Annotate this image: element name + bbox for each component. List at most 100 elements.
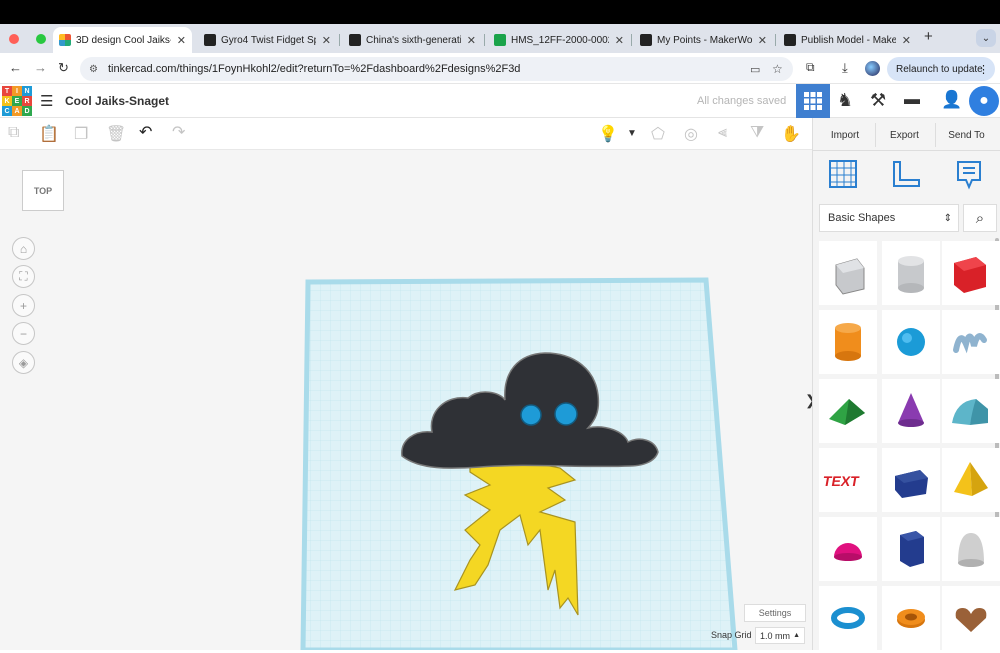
tab-my-points[interactable]: My Points - MakerWorld ✕	[634, 27, 773, 53]
tab-hms[interactable]: HMS_12FF-2000-0002- ✕	[488, 27, 630, 53]
settings-button[interactable]: Settings	[744, 604, 806, 622]
browser-tab-bar: 3D design Cool Jaiks-Sn ✕ Gyro4 Twist Fi…	[0, 24, 1000, 53]
close-icon[interactable]: ✕	[758, 34, 767, 47]
relaunch-button[interactable]: Relaunch to update ⋮	[887, 57, 995, 81]
duplicate-icon[interactable]: ❐	[74, 124, 88, 144]
redo-icon[interactable]: ↷	[172, 122, 185, 142]
back-icon[interactable]: ←	[9, 60, 22, 75]
profile-icon[interactable]	[865, 61, 880, 76]
shape-round-roof-teal[interactable]	[942, 379, 1000, 443]
address-row: ← → ↻ ⚙ tinkercad.com/things/1FoynHkohl2…	[0, 53, 1000, 84]
screen-top-bar	[0, 0, 1000, 24]
makerworld-favicon	[784, 34, 796, 46]
tab-gyro[interactable]: Gyro4 Twist Fidget Spin ✕	[198, 27, 337, 53]
tinkercad-favicon	[59, 34, 71, 46]
ungroup-icon[interactable]: ◎	[684, 124, 698, 144]
shape-tube-orange[interactable]	[882, 586, 940, 650]
send-to-button[interactable]: Send To	[935, 123, 997, 147]
close-icon[interactable]: ✕	[615, 34, 624, 47]
notes-icon[interactable]	[956, 160, 982, 190]
shape-half-sphere-magenta[interactable]	[819, 517, 877, 581]
design-title[interactable]: Cool Jaiks-Snaget	[65, 94, 169, 108]
sheets-favicon	[494, 34, 506, 46]
import-button[interactable]: Import	[817, 123, 873, 147]
address-bar[interactable]: ⚙ tinkercad.com/things/1FoynHkohl2/edit?…	[80, 57, 793, 81]
edit-toolbar: ⧉ 📋 ❐ 🗑 ↶ ↷ 💡 ▼ ⬠ ◎ ⫷ ⧩ ✋	[0, 118, 812, 150]
align-icon[interactable]: ⫷	[718, 124, 727, 142]
shape-roof-green[interactable]	[819, 379, 877, 443]
paste-icon[interactable]: 📋	[39, 124, 59, 144]
undo-icon[interactable]: ↶	[139, 122, 152, 142]
download-icon[interactable]: ⤓	[842, 60, 848, 76]
ruler-icon[interactable]	[891, 160, 921, 188]
grid-icon	[804, 92, 822, 110]
search-icon: ⌕	[975, 209, 985, 227]
shape-polygon-navy[interactable]	[882, 448, 940, 512]
cloud-eye-right[interactable]	[554, 402, 578, 426]
shape-cylinder-gray[interactable]	[882, 241, 940, 305]
mirror-icon[interactable]: ⧩	[750, 124, 764, 142]
extensions-icon[interactable]: ⧉	[806, 60, 815, 75]
shape-text-red[interactable]: TEXT	[819, 448, 877, 512]
shape-cone-purple[interactable]	[882, 379, 940, 443]
makerworld-favicon	[204, 34, 216, 46]
tinkercad-logo[interactable]: T I N K E R C A D	[2, 86, 32, 116]
shape-scribble[interactable]	[942, 310, 1000, 374]
close-icon[interactable]: ✕	[322, 34, 331, 47]
add-user-icon[interactable]: 👤	[941, 90, 962, 110]
workplane-viewport[interactable]: TOP ⌂ ⛶ + − ◈ ❯	[0, 150, 817, 650]
pickaxe-icon[interactable]: ⚒	[870, 90, 886, 111]
makerworld-favicon	[349, 34, 361, 46]
new-tab-button[interactable]: +	[924, 28, 933, 45]
cloud-eye-left[interactable]	[520, 404, 542, 426]
chevron-down-icon[interactable]: ▼	[627, 128, 637, 139]
svg-text:TEXT: TEXT	[822, 473, 861, 489]
more-menu-icon[interactable]: ⋮	[978, 63, 989, 76]
scene	[300, 277, 738, 650]
close-icon[interactable]: ✕	[467, 34, 476, 47]
view-3d-button[interactable]	[796, 84, 830, 118]
shape-box-gray[interactable]	[819, 241, 877, 305]
tab-publish[interactable]: Publish Model - MakerW ✕	[778, 27, 917, 53]
shape-torus-blue[interactable]	[819, 586, 877, 650]
close-icon[interactable]: ✕	[177, 34, 186, 47]
app-header: T I N K E R C A D ☰ Cool Jaiks-Snaget Al…	[0, 84, 1000, 118]
reload-icon[interactable]: ↻	[58, 60, 69, 76]
chevron-up-icon: ▲	[793, 632, 800, 639]
snap-grid-select[interactable]: 1.0 mm ▲	[755, 627, 805, 644]
tab-search-button[interactable]: ⌄	[976, 29, 996, 47]
light-bulb-icon[interactable]: 💡	[598, 124, 618, 144]
shape-cylinder-orange[interactable]	[819, 310, 877, 374]
shape-heart-brown[interactable]	[942, 586, 1000, 650]
site-info-icon[interactable]: ⚙	[89, 64, 98, 75]
delete-icon[interactable]: 🗑	[106, 124, 126, 144]
shapes-panel: Import Export Send To Basic Shapes ⇕ ⌕ T…	[812, 118, 1000, 650]
export-button[interactable]: Export	[875, 123, 933, 147]
forward-icon[interactable]: →	[34, 60, 47, 75]
tab-china[interactable]: China's sixth-generation ✕	[343, 27, 482, 53]
tab-tinkercad[interactable]: 3D design Cool Jaiks-Sn ✕	[53, 27, 192, 53]
shape-sphere-blue[interactable]	[882, 310, 940, 374]
search-button[interactable]: ⌕	[963, 204, 997, 232]
makerworld-favicon	[640, 34, 652, 46]
design-list-icon[interactable]: ☰	[40, 92, 53, 110]
bricks-icon[interactable]: ▬	[904, 91, 920, 109]
workplane-icon[interactable]	[829, 160, 857, 188]
cruise-icon[interactable]: ✋	[781, 124, 801, 144]
shape-pyramid-yellow[interactable]	[942, 448, 1000, 512]
blocks-icon[interactable]: ♞	[837, 90, 853, 111]
shape-hex-prism-navy[interactable]	[882, 517, 940, 581]
close-window-button[interactable]	[9, 34, 19, 44]
avatar[interactable]: ●	[969, 86, 999, 116]
install-app-icon[interactable]: ▭	[750, 63, 760, 76]
url-text: tinkercad.com/things/1FoynHkohl2/edit?re…	[108, 63, 521, 75]
bookmark-star-icon[interactable]: ☆	[772, 62, 783, 76]
copy-icon[interactable]: ⧉	[8, 124, 19, 142]
maximize-window-button[interactable]	[36, 34, 46, 44]
shape-box-red[interactable]	[942, 241, 1000, 305]
group-icon[interactable]: ⬠	[651, 124, 665, 144]
shape-paraboloid-gray[interactable]	[942, 517, 1000, 581]
close-icon[interactable]: ✕	[902, 34, 911, 47]
category-select[interactable]: Basic Shapes ⇕	[819, 204, 959, 232]
save-status: All changes saved	[697, 95, 787, 107]
